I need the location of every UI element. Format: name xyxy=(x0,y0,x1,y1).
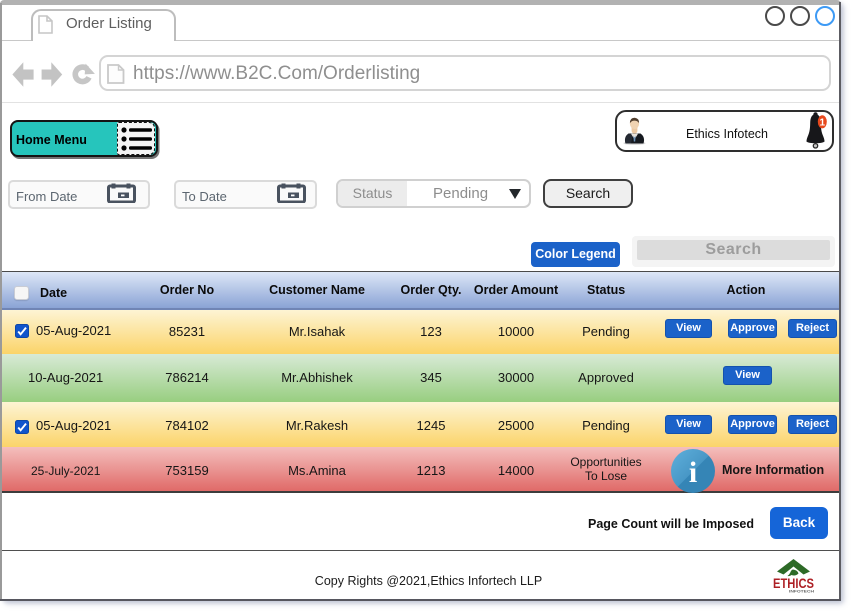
svg-text:i: i xyxy=(689,456,697,489)
svg-text:1: 1 xyxy=(820,117,826,128)
svg-text:INFOTECH: INFOTECH xyxy=(789,590,815,594)
